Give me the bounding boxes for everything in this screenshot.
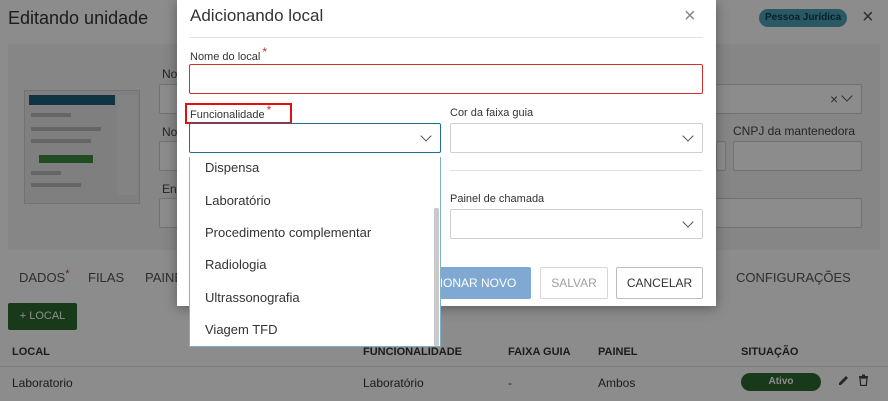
save-button[interactable]: SALVAR bbox=[540, 267, 608, 299]
chevron-down-icon bbox=[682, 216, 694, 228]
section-divider bbox=[450, 170, 702, 171]
nome-local-label: Nome do local * bbox=[190, 45, 267, 63]
modal-title: Adicionando local bbox=[190, 6, 324, 25]
dropdown-option[interactable]: Dispensa bbox=[205, 160, 259, 175]
required-mark: * bbox=[262, 45, 267, 59]
funcionalidade-select[interactable] bbox=[189, 123, 441, 153]
dropdown-option[interactable]: Viagem TFD bbox=[205, 322, 278, 337]
painel-chamada-label: Painel de chamada bbox=[450, 193, 545, 205]
required-mark: * bbox=[266, 103, 272, 117]
funcionalidade-label: Funcionalidade * bbox=[190, 103, 271, 121]
dropdown-scrollbar[interactable] bbox=[434, 208, 439, 346]
chevron-down-icon bbox=[420, 130, 432, 142]
funcionalidade-label-text: Funcionalidade bbox=[190, 109, 265, 121]
painel-chamada-select[interactable] bbox=[450, 209, 703, 239]
cor-faixa-label: Cor da faixa guia bbox=[450, 107, 534, 119]
funcionalidade-dropdown-list[interactable]: Dispensa Laboratório Procedimento comple… bbox=[189, 157, 441, 347]
nome-local-input[interactable] bbox=[189, 64, 703, 94]
cor-faixa-select[interactable] bbox=[450, 123, 703, 153]
dropdown-option[interactable]: Laboratório bbox=[205, 193, 271, 208]
dropdown-option[interactable]: Radiologia bbox=[205, 257, 266, 272]
dropdown-option[interactable]: Procedimento complementar bbox=[205, 225, 371, 240]
cancel-button[interactable]: CANCELAR bbox=[616, 267, 703, 299]
chevron-down-icon bbox=[682, 130, 694, 142]
close-icon[interactable]: × bbox=[684, 6, 696, 26]
nome-local-label-text: Nome do local bbox=[190, 51, 261, 63]
modal-divider bbox=[189, 37, 703, 38]
dropdown-option[interactable]: Ultrassonografia bbox=[205, 290, 300, 305]
